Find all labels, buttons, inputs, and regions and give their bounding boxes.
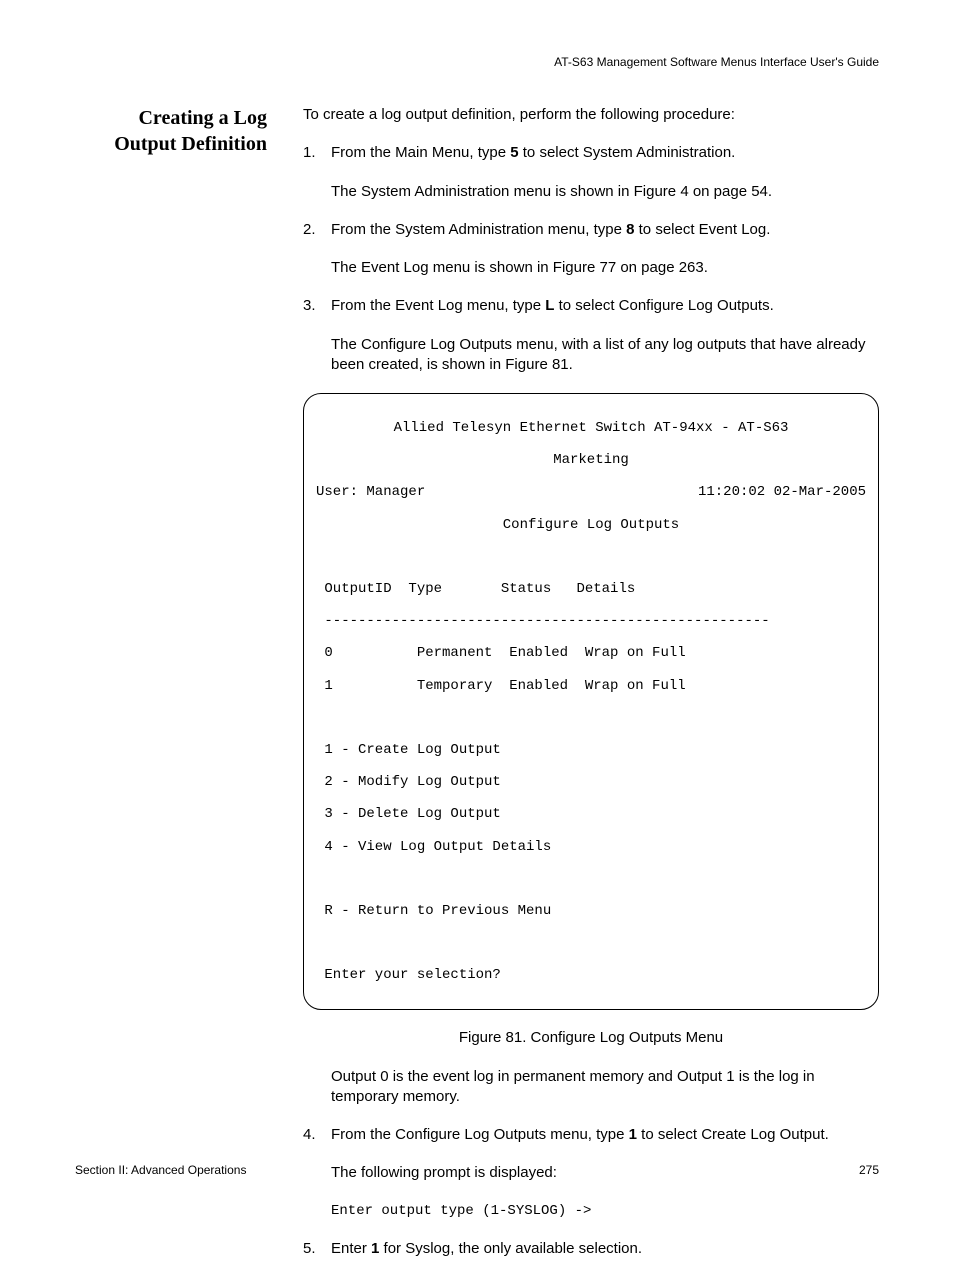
term-menu-2: 2 - Modify Log Output (316, 774, 866, 790)
step-body: From the Main Menu, type 5 to select Sys… (331, 143, 879, 163)
step-number: 1. (303, 143, 331, 163)
term-blank (316, 871, 866, 887)
bold-key: 1 (371, 1240, 379, 1257)
term-menu-3: 3 - Delete Log Output (316, 806, 866, 822)
term-user-row: User: Manager 11:20:02 02-Mar-2005 (316, 484, 866, 500)
step-1-follow: The System Administration menu is shown … (331, 182, 879, 202)
text: Enter (331, 1240, 371, 1257)
body-column: To create a log output definition, perfo… (303, 105, 879, 1259)
terminal-screen: Allied Telesyn Ethernet Switch AT-94xx -… (303, 393, 879, 1010)
page-content: Creating a Log Output Definition To crea… (75, 105, 879, 1277)
step-body: From the System Administration menu, typ… (331, 220, 879, 240)
term-blank (316, 935, 866, 951)
bold-key: 1 (629, 1126, 637, 1143)
term-table-header: OutputID Type Status Details (316, 581, 866, 597)
text: From the Main Menu, type (331, 144, 510, 161)
term-menu-4: 4 - View Log Output Details (316, 839, 866, 855)
term-prompt: Enter your selection? (316, 967, 866, 983)
step-3-follow: The Configure Log Outputs menu, with a l… (331, 335, 879, 376)
step-body: From the Event Log menu, type L to selec… (331, 296, 879, 316)
footer-page-number: 275 (859, 1163, 879, 1177)
page-footer: Section II: Advanced Operations 275 (75, 1163, 879, 1177)
step-2: 2. From the System Administration menu, … (303, 220, 879, 240)
step-number: 2. (303, 220, 331, 240)
term-menu-1: 1 - Create Log Output (316, 742, 866, 758)
step-body: From the Configure Log Outputs menu, typ… (331, 1125, 879, 1145)
term-menu-title: Configure Log Outputs (316, 517, 866, 533)
heading-line-1: Creating a Log (138, 107, 267, 129)
term-blank (316, 549, 866, 565)
section-heading: Creating a Log Output Definition (75, 105, 285, 157)
step-number: 3. (303, 296, 331, 316)
term-blank (316, 710, 866, 726)
text: From the System Administration menu, typ… (331, 221, 626, 238)
intro-paragraph: To create a log output definition, perfo… (303, 105, 879, 125)
step-number: 5. (303, 1239, 331, 1259)
step-1: 1. From the Main Menu, type 5 to select … (303, 143, 879, 163)
text: From the Event Log menu, type (331, 297, 545, 314)
footer-section: Section II: Advanced Operations (75, 1163, 246, 1177)
step-4: 4. From the Configure Log Outputs menu, … (303, 1125, 879, 1145)
text: to select System Administration. (519, 144, 736, 161)
text: From the Configure Log Outputs menu, typ… (331, 1126, 629, 1143)
running-header: AT-S63 Management Software Menus Interfa… (554, 55, 879, 69)
step-body: Enter 1 for Syslog, the only available s… (331, 1239, 879, 1259)
term-subtitle: Marketing (316, 452, 866, 468)
syslog-prompt: Enter output type (1-SYSLOG) -> (331, 1202, 879, 1221)
term-table-divider: ----------------------------------------… (316, 613, 866, 629)
term-menu-r: R - Return to Previous Menu (316, 903, 866, 919)
text: to select Event Log. (634, 221, 770, 238)
term-user: User: Manager (316, 484, 425, 500)
text: to select Configure Log Outputs. (554, 297, 773, 314)
step-number: 4. (303, 1125, 331, 1145)
text: for Syslog, the only available selection… (379, 1240, 642, 1257)
heading-line-2: Output Definition (114, 133, 267, 155)
step-5: 5. Enter 1 for Syslog, the only availabl… (303, 1239, 879, 1259)
figure-caption: Figure 81. Configure Log Outputs Menu (303, 1028, 879, 1048)
term-timestamp: 11:20:02 02-Mar-2005 (698, 484, 866, 500)
term-row-0: 0 Permanent Enabled Wrap on Full (316, 645, 866, 661)
bold-key: 5 (510, 144, 518, 161)
after-figure-text: Output 0 is the event log in permanent m… (331, 1067, 879, 1108)
step-2-follow: The Event Log menu is shown in Figure 77… (331, 258, 879, 278)
term-title: Allied Telesyn Ethernet Switch AT-94xx -… (316, 420, 866, 436)
text: to select Create Log Output. (637, 1126, 829, 1143)
term-row-1: 1 Temporary Enabled Wrap on Full (316, 678, 866, 694)
step-3: 3. From the Event Log menu, type L to se… (303, 296, 879, 316)
